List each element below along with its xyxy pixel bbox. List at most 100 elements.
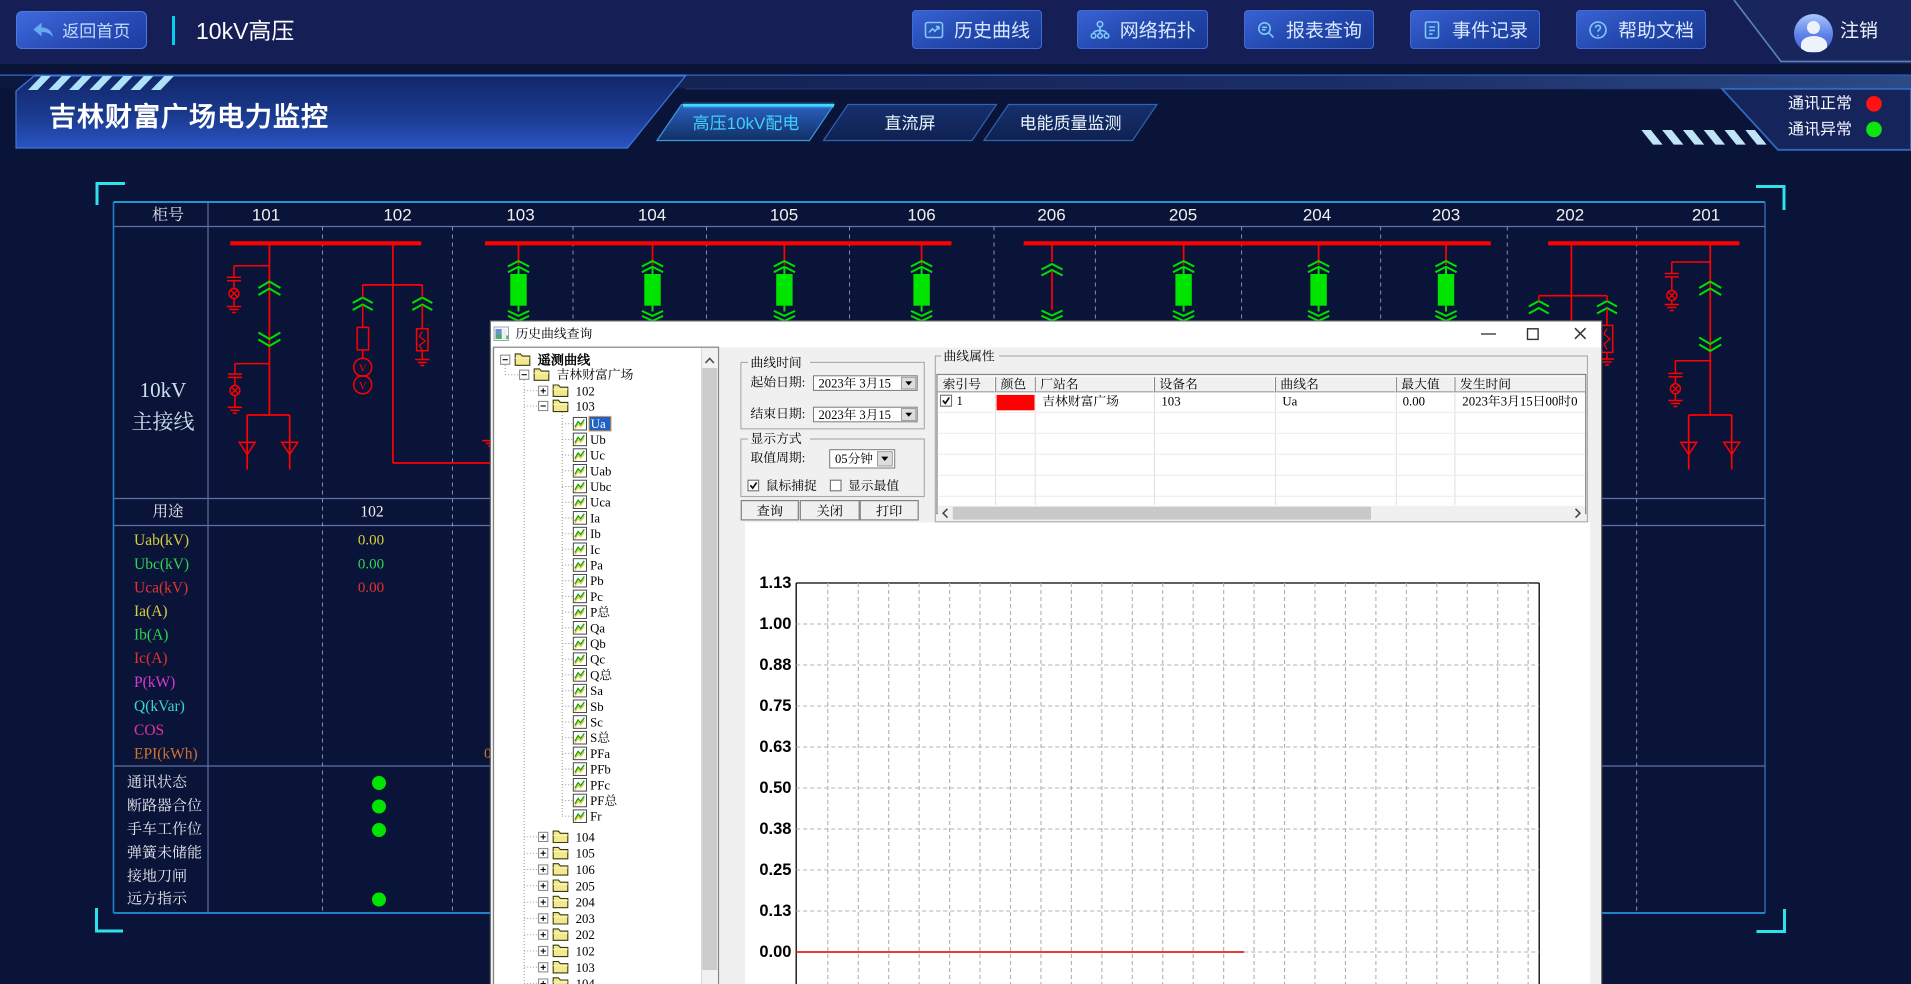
svg-text:结束日期:: 结束日期: xyxy=(751,407,806,421)
svg-text:Ua: Ua xyxy=(1282,395,1297,409)
svg-text:Ubc: Ubc xyxy=(590,480,612,494)
svg-text:0.00: 0.00 xyxy=(358,580,384,596)
svg-text:直流屏: 直流屏 xyxy=(885,114,936,133)
svg-text:Uab(kV): Uab(kV) xyxy=(134,532,189,549)
svg-text:2023年 3月15: 2023年 3月15 xyxy=(819,408,891,422)
svg-text:主接线: 主接线 xyxy=(132,410,195,434)
svg-text:Ic(A): Ic(A) xyxy=(134,650,168,667)
svg-text:Ubc(kV): Ubc(kV) xyxy=(134,556,189,573)
svg-text:101: 101 xyxy=(252,206,280,225)
svg-text:0.25: 0.25 xyxy=(759,861,791,879)
svg-text:1.13: 1.13 xyxy=(759,574,791,592)
svg-text:最大值: 最大值 xyxy=(1401,378,1440,392)
svg-text:206: 206 xyxy=(1037,206,1065,225)
svg-text:Sc: Sc xyxy=(590,716,603,730)
svg-text:显示方式: 显示方式 xyxy=(751,432,802,446)
svg-text:Sb: Sb xyxy=(590,700,604,714)
svg-text:查询: 查询 xyxy=(757,503,783,518)
svg-text:鼠标捕捉: 鼠标捕捉 xyxy=(766,479,817,493)
svg-text:打印: 打印 xyxy=(876,503,902,518)
svg-text:Q总: Q总 xyxy=(590,668,612,682)
svg-text:Ia: Ia xyxy=(590,511,600,525)
svg-text:接地刀闸: 接地刀闸 xyxy=(127,868,187,885)
svg-text:遥测曲线: 遥测曲线 xyxy=(538,353,592,368)
svg-text:Pa: Pa xyxy=(590,559,603,573)
svg-text:高压10kV配电: 高压10kV配电 xyxy=(693,114,800,133)
svg-text:0.38: 0.38 xyxy=(759,820,791,838)
svg-text:P(kW): P(kW) xyxy=(134,674,175,691)
svg-text:V: V xyxy=(359,380,367,392)
svg-text:103: 103 xyxy=(506,206,534,225)
svg-text:10kV: 10kV xyxy=(140,378,187,402)
svg-text:吉林财富广场: 吉林财富广场 xyxy=(557,368,634,382)
svg-text:102: 102 xyxy=(383,206,411,225)
svg-text:Uab: Uab xyxy=(590,464,611,478)
svg-text:203: 203 xyxy=(1432,206,1460,225)
svg-text:105: 105 xyxy=(576,847,595,861)
svg-text:205: 205 xyxy=(576,879,595,893)
svg-text:PF总: PF总 xyxy=(590,794,617,808)
svg-text:V: V xyxy=(359,362,367,374)
svg-text:204: 204 xyxy=(576,896,596,910)
svg-text:Fr: Fr xyxy=(590,810,602,824)
svg-text:105: 105 xyxy=(770,206,798,225)
svg-text:颜色: 颜色 xyxy=(1001,378,1027,392)
svg-text:PFa: PFa xyxy=(590,747,610,761)
svg-text:Uca(kV): Uca(kV) xyxy=(134,580,188,597)
svg-text:吉林财富广场电力监控: 吉林财富广场电力监控 xyxy=(49,102,329,132)
svg-text:102: 102 xyxy=(576,945,595,959)
svg-text:1.00: 1.00 xyxy=(759,615,791,633)
svg-text:102: 102 xyxy=(576,384,595,398)
svg-text:取值周期:: 取值周期: xyxy=(751,451,806,465)
svg-text:0.75: 0.75 xyxy=(759,697,791,715)
svg-text:104: 104 xyxy=(576,977,596,984)
svg-text:2023年 3月15: 2023年 3月15 xyxy=(819,376,891,390)
svg-text:发生时间: 发生时间 xyxy=(1460,378,1511,392)
svg-text:0.63: 0.63 xyxy=(759,738,791,756)
svg-text:Q(kVar): Q(kVar) xyxy=(134,698,185,715)
svg-text:起始日期:: 起始日期: xyxy=(751,375,806,389)
svg-text:通讯状态: 通讯状态 xyxy=(127,774,188,791)
svg-text:Uc: Uc xyxy=(590,449,605,463)
svg-text:远方指示: 远方指示 xyxy=(127,891,188,908)
svg-text:1: 1 xyxy=(957,394,963,408)
svg-text:102: 102 xyxy=(360,504,383,521)
svg-text:弹簧未储能: 弹簧未储能 xyxy=(127,845,202,862)
svg-text:205: 205 xyxy=(1169,206,1197,225)
svg-text:Qa: Qa xyxy=(590,621,605,635)
svg-text:P总: P总 xyxy=(590,606,610,620)
svg-text:0.00: 0.00 xyxy=(1403,395,1425,409)
svg-text:Qc: Qc xyxy=(590,653,605,667)
svg-text:Ib(A): Ib(A) xyxy=(134,627,168,644)
svg-text:曲线时间: 曲线时间 xyxy=(751,356,802,370)
svg-text:Ia(A): Ia(A) xyxy=(134,603,168,620)
svg-text:Sa: Sa xyxy=(590,684,603,698)
svg-text:断路器合位: 断路器合位 xyxy=(127,798,202,815)
svg-text:关闭: 关闭 xyxy=(817,503,843,518)
svg-text:通讯异常: 通讯异常 xyxy=(1788,120,1852,138)
svg-text:104: 104 xyxy=(576,830,596,844)
svg-text:电能质量监测: 电能质量监测 xyxy=(1020,114,1122,133)
svg-text:202: 202 xyxy=(1556,206,1584,225)
svg-text:Qb: Qb xyxy=(590,637,606,651)
svg-text:用途: 用途 xyxy=(152,503,184,521)
svg-text:Uca: Uca xyxy=(590,496,611,510)
svg-text:Ib: Ib xyxy=(590,527,601,541)
svg-text:柜号: 柜号 xyxy=(152,206,184,224)
svg-text:0.13: 0.13 xyxy=(759,902,791,920)
svg-text:吉林财富广场: 吉林财富广场 xyxy=(1042,395,1119,409)
svg-text:0.88: 0.88 xyxy=(759,656,791,674)
svg-text:曲线名: 曲线名 xyxy=(1280,378,1318,392)
svg-text:COS: COS xyxy=(134,722,164,739)
svg-text:厂站名: 厂站名 xyxy=(1040,378,1078,392)
svg-text:EPI(kWh): EPI(kWh) xyxy=(134,746,198,763)
svg-text:S总: S总 xyxy=(590,731,610,745)
svg-text:通讯正常: 通讯正常 xyxy=(1788,95,1852,113)
svg-text:0.50: 0.50 xyxy=(759,779,791,797)
svg-text:204: 204 xyxy=(1303,206,1331,225)
svg-text:Pb: Pb xyxy=(590,574,604,588)
svg-text:106: 106 xyxy=(576,863,596,877)
svg-text:PFb: PFb xyxy=(590,763,611,777)
svg-text:103: 103 xyxy=(576,400,595,414)
svg-text:Pc: Pc xyxy=(590,590,603,604)
